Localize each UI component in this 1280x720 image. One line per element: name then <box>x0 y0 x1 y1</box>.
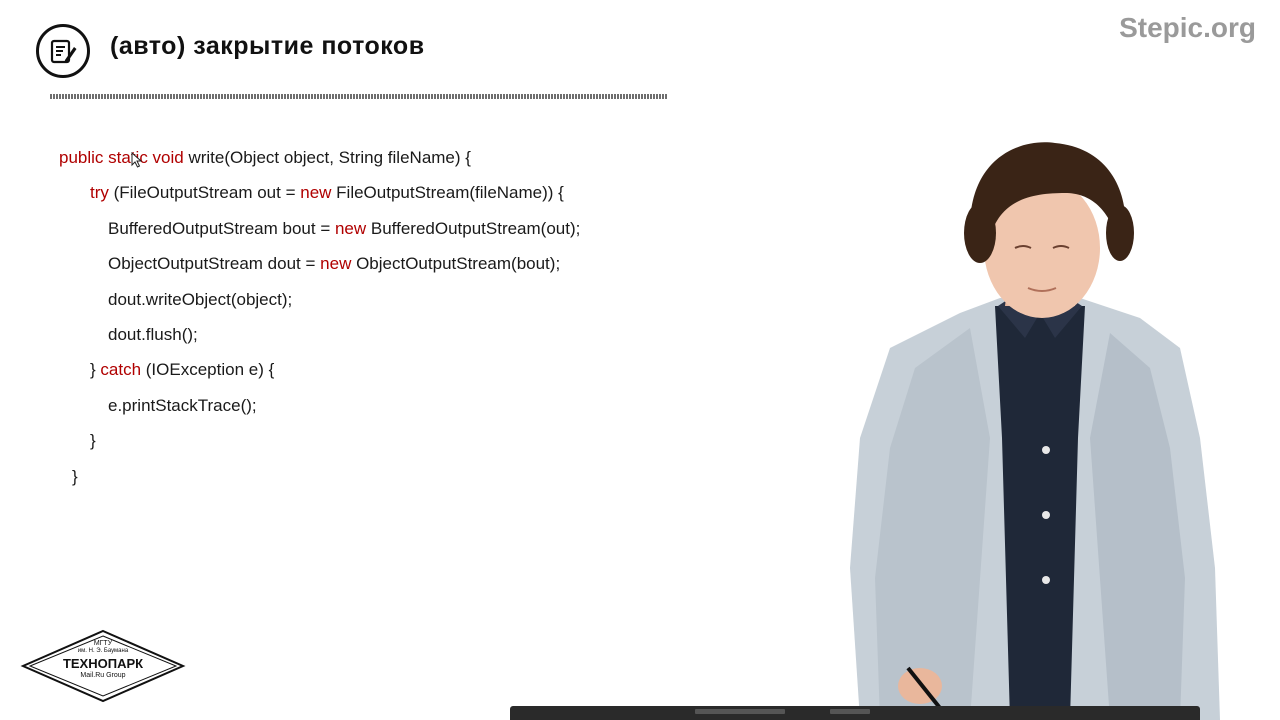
mouse-cursor-icon <box>131 152 143 168</box>
code-text: ObjectOutputStream dout = <box>108 254 321 273</box>
code-text: e.printStackTrace(); <box>108 396 257 415</box>
code-text: BufferedOutputStream(out); <box>370 219 581 238</box>
code-text: } <box>90 360 101 379</box>
code-text: ObjectOutputStream(bout); <box>356 254 561 273</box>
technopark-logo: МГТУ им. Н. Э. Баумана ТЕХНОПАРК Mail.Ru… <box>20 628 186 704</box>
code-text: FileOutputStream(fileName)) { <box>336 183 564 202</box>
code-line: dout.writeObject(object); <box>108 290 292 310</box>
code-line: } <box>72 467 78 487</box>
code-keyword: new <box>300 183 337 202</box>
presenter-video <box>850 142 1220 720</box>
code-keyword: catch <box>100 360 146 379</box>
code-text: } <box>90 431 96 450</box>
title-divider <box>50 94 668 99</box>
code-keyword: new <box>334 219 371 238</box>
code-line: BufferedOutputStream bout = new Buffered… <box>108 219 580 239</box>
code-text: write(Object object, String fileName) { <box>188 148 471 167</box>
code-keyword: new <box>320 254 357 273</box>
code-text: } <box>72 467 78 486</box>
code-text: (FileOutputStream out = <box>113 183 301 202</box>
code-line: try (FileOutputStream out = new FileOutp… <box>90 183 564 203</box>
code-line: e.printStackTrace(); <box>108 396 257 416</box>
brand-watermark: Stepic.org <box>1119 12 1256 43</box>
code-text: BufferedOutputStream bout = <box>108 219 335 238</box>
code-keyword: try <box>90 183 114 202</box>
code-line: } catch (IOException e) { <box>90 360 274 380</box>
code-text: dout.flush(); <box>108 325 198 344</box>
notepad-pencil-icon <box>36 24 90 78</box>
code-text: dout.writeObject(object); <box>108 290 293 309</box>
code-line: dout.flush(); <box>108 325 198 345</box>
code-line: ObjectOutputStream dout = new ObjectOutp… <box>108 254 560 274</box>
code-line: public static void write(Object object, … <box>59 148 471 168</box>
code-keyword: public static void <box>59 148 189 167</box>
code-line: } <box>90 431 96 451</box>
slide-title: (авто) закрытие потоков <box>110 32 425 60</box>
code-text: (IOException e) { <box>145 360 275 379</box>
keyboard <box>510 706 1200 720</box>
